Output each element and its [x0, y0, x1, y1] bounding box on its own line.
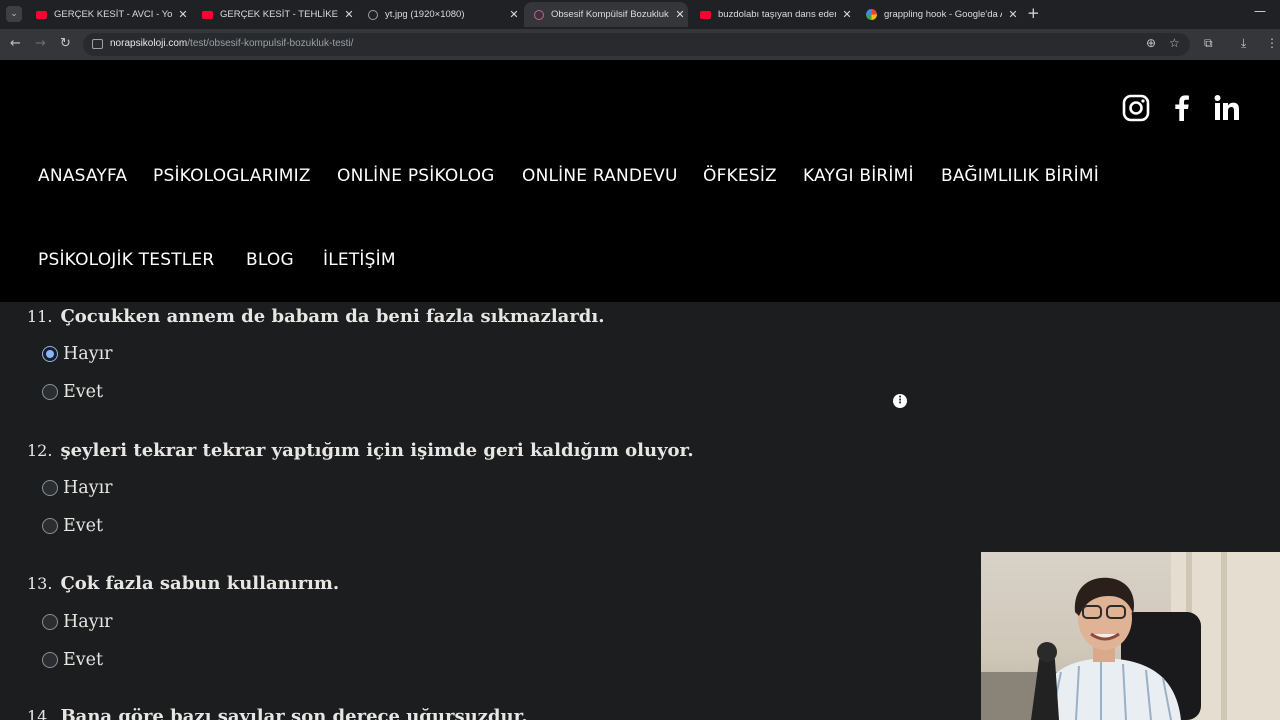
- q11-option-hayir[interactable]: Hayır: [42, 344, 113, 364]
- zoom-icon[interactable]: ⊕: [1146, 36, 1156, 50]
- question-text: Çok fazla sabun kullanırım.: [60, 573, 340, 594]
- site-header: ANASAYFA PSİKOLOGLARIMIZ ONLİNE PSİKOLOG…: [0, 60, 1280, 302]
- question-number: 14.: [27, 707, 53, 720]
- question-text: Çocukken annem de babam da beni fazla sı…: [60, 306, 605, 327]
- question-number: 12.: [27, 441, 53, 460]
- q12-option-hayir[interactable]: Hayır: [42, 478, 113, 498]
- browser-tab-6[interactable]: grappling hook - Google'da Ara ✕: [856, 2, 1020, 27]
- browser-tab-5[interactable]: buzdolabı taşıyan dans eden ad ✕: [690, 2, 854, 27]
- bookmark-star-icon[interactable]: ☆: [1169, 36, 1180, 50]
- google-icon: [866, 9, 877, 20]
- address-bar[interactable]: norapsikoloji.com/test/obsesif-kompulsif…: [83, 33, 1190, 56]
- tab-label: buzdolabı taşıyan dans eden ad: [718, 9, 836, 20]
- q12-option-evet[interactable]: Evet: [42, 516, 103, 536]
- globe-icon: [368, 9, 378, 20]
- nav-blog[interactable]: BLOG: [246, 250, 294, 270]
- youtube-icon: [36, 10, 47, 19]
- option-label: Hayır: [63, 612, 113, 632]
- download-icon[interactable]: ⤓: [1241, 36, 1246, 51]
- nav-iletisim[interactable]: İLETİŞİM: [323, 250, 396, 270]
- reload-icon[interactable]: ↻: [60, 36, 71, 52]
- question-number: 11.: [27, 307, 53, 326]
- nav-anasayfa[interactable]: ANASAYFA: [38, 166, 127, 186]
- floating-menu-icon[interactable]: ⋮: [893, 394, 907, 408]
- question-text: şeyleri tekrar tekrar yaptığım için işim…: [60, 440, 694, 461]
- tab-label: yt.jpg (1920×1080): [385, 9, 465, 20]
- site-icon: [534, 9, 544, 20]
- browser-tab-1[interactable]: GERÇEK KESİT - AVCI - YouTube ✕: [26, 2, 190, 27]
- nav-bagimlilik-birimi[interactable]: BAĞIMLILIK BİRİMİ: [941, 166, 1099, 186]
- url-text[interactable]: norapsikoloji.com/test/obsesif-kompulsif…: [110, 38, 353, 49]
- nav-psikolojik-testler[interactable]: PSİKOLOJİK TESTLER: [38, 250, 214, 270]
- minimize-icon[interactable]: —: [1254, 4, 1266, 18]
- facebook-icon[interactable]: [1167, 93, 1197, 123]
- q13-option-evet[interactable]: Evet: [42, 650, 103, 670]
- tab-label: grappling hook - Google'da Ara: [884, 9, 1002, 20]
- option-label: Evet: [63, 516, 104, 536]
- close-icon[interactable]: ✕: [675, 8, 685, 21]
- close-icon[interactable]: ✕: [1008, 8, 1018, 21]
- nav-psikologlarimiz[interactable]: PSİKOLOGLARIMIZ: [153, 166, 311, 186]
- linkedin-icon[interactable]: [1212, 93, 1242, 123]
- nav-online-psikolog[interactable]: ONLİNE PSİKOLOG: [337, 166, 495, 186]
- browser-tab-4-active[interactable]: Obsesif Kompülsif Bozukluk Tes ✕: [524, 2, 688, 27]
- question-14: 14. Bana göre bazı sayılar son derece uğu…: [27, 706, 528, 720]
- browser-tab-3[interactable]: yt.jpg (1920×1080) ✕: [358, 2, 522, 27]
- profile-icon[interactable]: ⋮: [1266, 36, 1278, 50]
- question-text: Bana göre bazı sayılar son derece uğursu…: [60, 706, 528, 720]
- tab-label: Obsesif Kompülsif Bozukluk Tes: [551, 9, 669, 20]
- browser-tab-2[interactable]: GERÇEK KESİT - TEHLİKELİ OYU ✕: [192, 2, 356, 27]
- radio-button-checked[interactable]: [42, 346, 58, 362]
- radio-button[interactable]: [42, 518, 58, 534]
- forward-icon[interactable]: →: [35, 36, 46, 52]
- nav-ofkesiz[interactable]: ÖFKESİZ: [703, 166, 777, 186]
- tab-search-icon[interactable]: ⌄: [6, 6, 22, 22]
- close-icon[interactable]: ✕: [178, 8, 188, 21]
- option-label: Hayır: [63, 478, 113, 498]
- webcam-overlay: [981, 552, 1280, 720]
- option-label: Hayır: [63, 344, 113, 364]
- instagram-icon[interactable]: [1121, 93, 1151, 123]
- radio-button[interactable]: [42, 652, 58, 668]
- close-icon[interactable]: ✕: [509, 8, 519, 21]
- streamer-webcam-image: [981, 552, 1280, 720]
- radio-button[interactable]: [42, 614, 58, 630]
- q13-option-hayir[interactable]: Hayır: [42, 612, 113, 632]
- close-icon[interactable]: ✕: [842, 8, 852, 21]
- new-tab-icon[interactable]: +: [1027, 6, 1040, 21]
- option-label: Evet: [63, 382, 104, 402]
- close-icon[interactable]: ✕: [344, 8, 354, 21]
- question-11: 11. Çocukken annem de babam da beni fazla…: [27, 306, 605, 327]
- radio-button[interactable]: [42, 384, 58, 400]
- question-number: 13.: [27, 574, 53, 593]
- back-icon[interactable]: ←: [10, 36, 21, 52]
- youtube-icon: [700, 10, 711, 19]
- youtube-icon: [202, 10, 213, 19]
- browser-tab-strip: ⌄ GERÇEK KESİT - AVCI - YouTube ✕ GERÇEK…: [0, 0, 1280, 29]
- tab-label: GERÇEK KESİT - TEHLİKELİ OYU: [220, 9, 338, 20]
- nav-kaygi-birimi[interactable]: KAYGI BİRİMİ: [803, 166, 914, 186]
- question-13: 13. Çok fazla sabun kullanırım.: [27, 573, 339, 594]
- extensions-icon[interactable]: ⧉: [1204, 36, 1213, 51]
- nav-online-randevu[interactable]: ONLİNE RANDEVU: [522, 166, 678, 186]
- q11-option-evet[interactable]: Evet: [42, 382, 103, 402]
- radio-button[interactable]: [42, 480, 58, 496]
- tab-label: GERÇEK KESİT - AVCI - YouTube: [54, 9, 172, 20]
- question-12: 12. şeyleri tekrar tekrar yaptığım için i…: [27, 440, 694, 461]
- option-label: Evet: [63, 650, 104, 670]
- site-info-icon[interactable]: [92, 39, 103, 49]
- browser-toolbar: ← → ↻ norapsikoloji.com/test/obsesif-kom…: [0, 29, 1280, 60]
